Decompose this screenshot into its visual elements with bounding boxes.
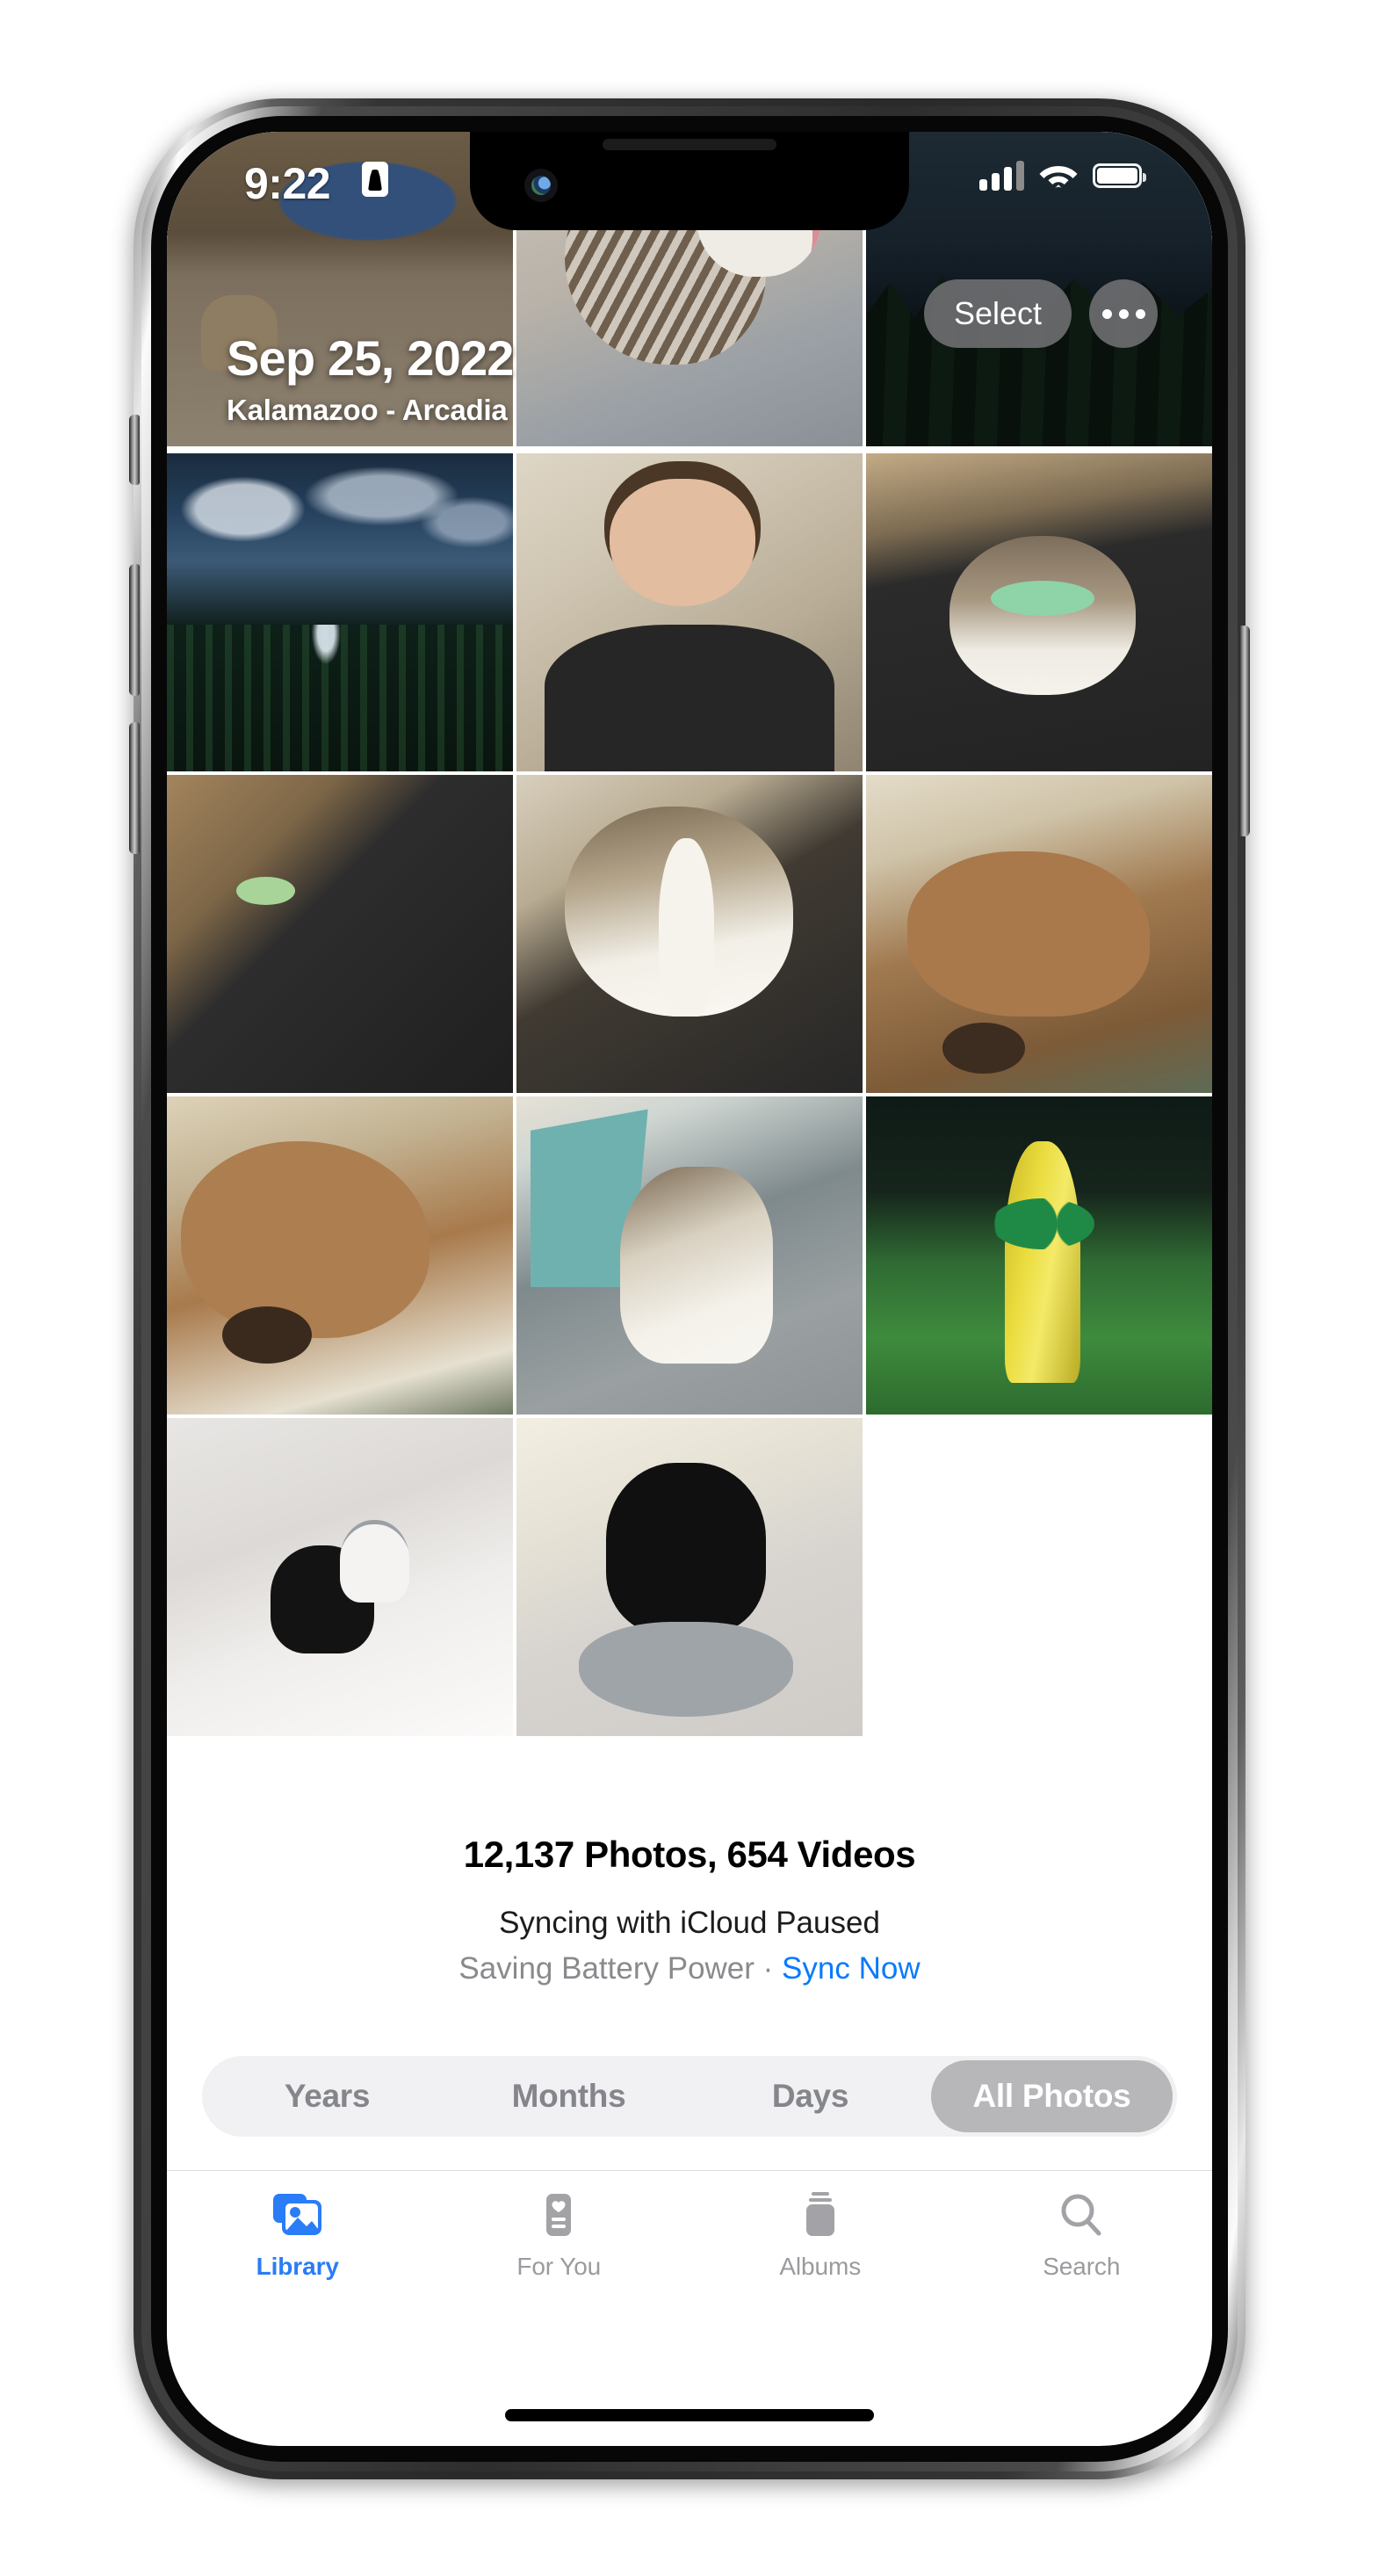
select-button[interactable]: Select	[923, 279, 1072, 348]
tab-library[interactable]: Library	[167, 2190, 429, 2281]
segment-months[interactable]: Months	[448, 2060, 690, 2132]
magnifier-icon	[1061, 2194, 1101, 2236]
photo-image	[516, 775, 863, 1093]
volume-down-button[interactable]	[129, 722, 140, 854]
photo-image	[167, 1096, 513, 1415]
power-button[interactable]	[1239, 626, 1250, 836]
tab-albums[interactable]: Albums	[690, 2190, 951, 2281]
photo-thumbnail[interactable]	[167, 453, 513, 771]
photo-thumbnail[interactable]	[167, 132, 513, 446]
photo-thumbnail[interactable]	[866, 453, 1212, 771]
photo-image	[516, 1096, 863, 1415]
albums-stack-icon	[805, 2192, 834, 2236]
header-actions: Select	[923, 279, 1158, 348]
photo-image	[866, 775, 1212, 1093]
icloud-sync-status: Syncing with iCloud Paused	[499, 1906, 880, 1940]
photo-image	[167, 1418, 513, 1736]
photo-thumbnail[interactable]	[866, 775, 1212, 1093]
sync-detail-separator: ·	[754, 1951, 783, 1986]
photo-image	[866, 453, 1212, 771]
photo-image	[167, 775, 513, 1093]
display-notch	[470, 132, 909, 230]
ellipsis-dot-icon	[1135, 308, 1145, 319]
photo-thumbnail[interactable]	[516, 1096, 863, 1415]
photo-thumbnail[interactable]	[167, 1418, 513, 1736]
library-summary-footer: 12,137 Photos, 654 Videos Syncing with i…	[167, 1798, 1212, 2036]
phone-screen: Sep 25, 2022 Kalamazoo - Arcadia Select …	[167, 132, 1212, 2446]
photo-thumbnail[interactable]	[516, 453, 863, 771]
tab-for-you[interactable]: For You	[429, 2190, 690, 2281]
volume-up-button[interactable]	[129, 564, 140, 696]
photo-thumbnail[interactable]	[516, 775, 863, 1093]
tab-for-you-label: For You	[516, 2253, 602, 2280]
tab-search-label: Search	[1043, 2253, 1121, 2280]
iphone-device-frame: Sep 25, 2022 Kalamazoo - Arcadia Select …	[129, 98, 1250, 2479]
photo-grid	[167, 132, 1212, 1795]
icloud-sync-detail: Saving Battery Power · Sync Now	[167, 1951, 1212, 1986]
photo-thumbnail[interactable]	[167, 1096, 513, 1415]
tab-search[interactable]: Search	[951, 2190, 1213, 2281]
photo-image	[516, 1418, 863, 1736]
photo-image	[167, 132, 513, 446]
ellipsis-dot-icon	[1101, 308, 1112, 319]
memories-card-icon	[546, 2194, 572, 2236]
sync-now-link[interactable]: Sync Now	[782, 1951, 921, 1986]
more-options-button[interactable]	[1089, 279, 1158, 348]
photo-grid-empty-slot	[866, 1418, 1212, 1736]
front-camera-icon	[524, 169, 558, 202]
mute-switch-button[interactable]	[129, 415, 140, 485]
photo-image	[866, 1096, 1212, 1415]
photo-image	[167, 453, 513, 771]
sync-detail-reason: Saving Battery Power	[458, 1951, 754, 1986]
photo-thumbnail[interactable]	[866, 1096, 1212, 1415]
ellipsis-dot-icon	[1118, 308, 1129, 319]
earpiece-speaker-icon	[603, 139, 776, 150]
photo-video-count: 12,137 Photos, 654 Videos	[463, 1834, 916, 1875]
home-indicator[interactable]	[505, 2409, 874, 2421]
photo-thumbnail[interactable]	[167, 775, 513, 1093]
segment-days[interactable]: Days	[690, 2060, 931, 2132]
tab-albums-label: Albums	[779, 2253, 862, 2280]
library-scope-segmented-control: Years Months Days All Photos	[202, 2056, 1177, 2137]
bottom-tab-bar: Library For You Albums Search	[167, 2170, 1212, 2328]
segment-years[interactable]: Years	[206, 2060, 448, 2132]
tab-library-label: Library	[256, 2253, 339, 2280]
photo-thumbnail[interactable]	[516, 1418, 863, 1736]
photo-stack-icon	[272, 2194, 321, 2235]
photo-image	[516, 453, 863, 771]
segment-all-photos[interactable]: All Photos	[931, 2060, 1173, 2132]
